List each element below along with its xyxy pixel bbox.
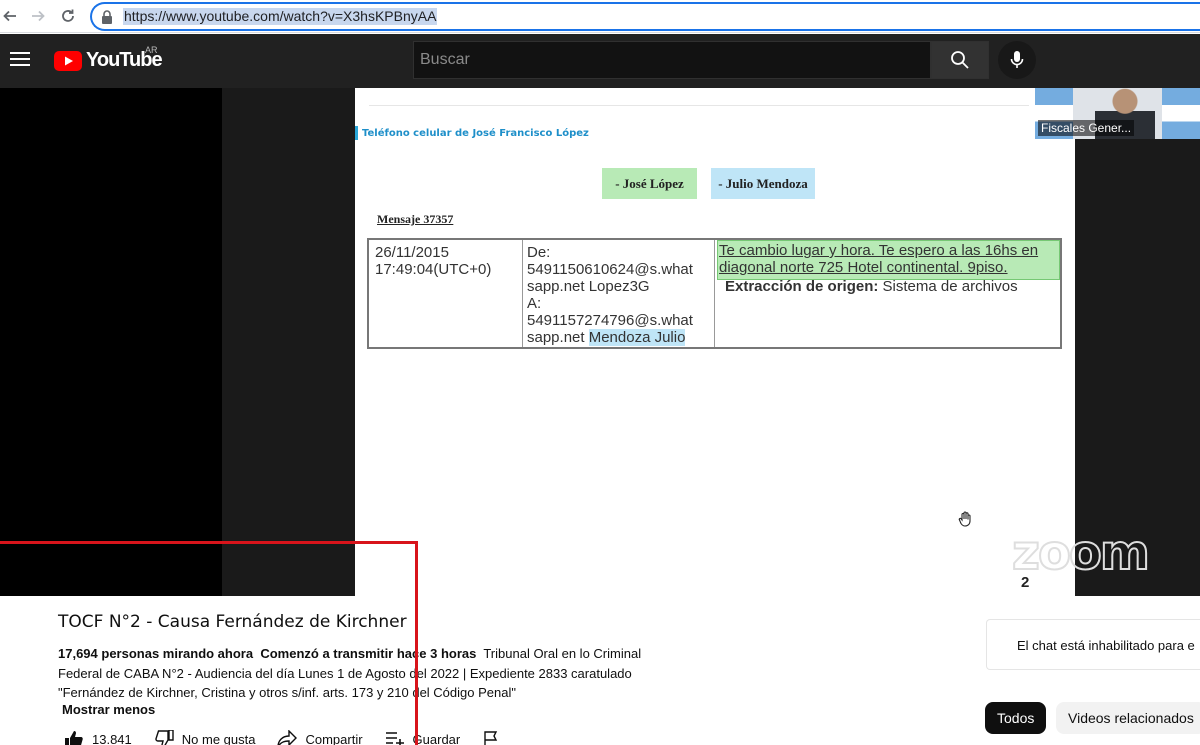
report-button[interactable] (482, 730, 508, 745)
message-table: 26/11/2015 17:49:04(UTC+0) De: 549115061… (367, 238, 1062, 349)
message-date: 26/11/2015 (375, 244, 449, 261)
share-button[interactable]: Compartir (277, 730, 363, 745)
hamburger-menu-icon[interactable] (10, 51, 30, 72)
to-domain: sapp.net Mendoza Julio (527, 329, 714, 346)
url-text[interactable]: https://www.youtube.com/watch?v=X3hsKPBn… (123, 8, 438, 25)
message-time: 17:49:04(UTC+0) (375, 261, 492, 278)
youtube-play-icon (54, 50, 82, 71)
browser-toolbar: https://www.youtube.com/watch?v=X3hsKPBn… (0, 0, 1200, 33)
message-participants: De: 5491150610624@s.what sapp.net Lopez3… (523, 240, 715, 347)
to-label: A: (527, 295, 542, 312)
from-label: De: (527, 244, 551, 261)
search-button[interactable] (931, 41, 989, 79)
video-description[interactable]: 17,694 personas mirando ahora Comenzó a … (58, 644, 658, 703)
from-number: 5491150610624@s.what (527, 261, 693, 278)
zoom-watermark: zoom (1011, 524, 1151, 582)
playlist-add-icon (385, 732, 404, 745)
voice-search-button[interactable] (998, 41, 1036, 79)
party-label-julio: - Julio Mendoza (711, 168, 815, 199)
microphone-icon (1010, 51, 1024, 68)
reload-icon[interactable] (56, 4, 80, 28)
message-timestamp: 26/11/2015 17:49:04(UTC+0) (369, 240, 523, 347)
dislike-button[interactable]: No me gusta (154, 730, 256, 745)
video-info-section: TOCF N°2 - Causa Fernández de Kirchner 1… (0, 596, 1200, 745)
save-button[interactable]: Guardar (385, 730, 461, 745)
live-chat-panel: El chat está inhabilitado para e (986, 619, 1200, 670)
address-bar[interactable]: https://www.youtube.com/watch?v=X3hsKPBn… (90, 2, 1200, 31)
back-icon[interactable] (0, 4, 22, 28)
message-origin: Extracción de origen: Sistema de archivo… (719, 278, 1060, 295)
origin-label: Extracción de origen: (725, 278, 879, 295)
webcam-thumbnail: Fiscales Gener... (1035, 88, 1200, 139)
viewer-count: 17,694 personas mirando ahora (58, 646, 254, 661)
country-code: AR (145, 45, 158, 55)
origin-value: Sistema de archivos (878, 278, 1018, 295)
to-domain-prefix: sapp.net (527, 329, 589, 346)
flag-icon (484, 731, 498, 745)
document-rule (369, 105, 1029, 106)
document-heading: Teléfono celular de José Francisco López (362, 128, 589, 139)
search-icon (951, 51, 969, 69)
chat-disabled-message: El chat está inhabilitado para e (1017, 638, 1195, 653)
party-label-jose: - José López (602, 168, 697, 199)
like-count: 13.841 (92, 731, 132, 745)
search-input[interactable] (414, 42, 930, 78)
video-player[interactable]: Teléfono celular de José Francisco López… (0, 88, 1200, 596)
show-less-button[interactable]: Mostrar menos (62, 702, 155, 717)
filter-chip-related[interactable]: Videos relacionados (1056, 702, 1200, 734)
thumbs-down-icon (155, 730, 174, 745)
message-number: Mensaje 37357 (377, 212, 454, 226)
player-letterbox (0, 88, 222, 596)
dislike-label: No me gusta (181, 731, 256, 745)
document-page-number: 2 (1021, 574, 1030, 591)
from-domain: sapp.net Lopez3G (527, 278, 650, 295)
lock-icon[interactable] (101, 10, 113, 29)
filter-chip-all[interactable]: Todos (985, 702, 1047, 734)
flag-right (1162, 88, 1200, 139)
save-label: Guardar (412, 731, 461, 745)
document-section-mark (355, 126, 358, 140)
youtube-masthead: YouTube AR (0, 34, 1200, 88)
webcam-participant-name: Fiscales Gener... (1038, 120, 1135, 136)
stream-started: Comenzó a transmitir hace 3 horas (260, 646, 477, 661)
share-icon (277, 730, 298, 745)
thumbs-up-icon (65, 731, 83, 745)
raise-hand-icon (957, 510, 975, 533)
like-button[interactable]: 13.841 (64, 730, 132, 745)
message-content: Te cambio lugar y hora. Te espero a las … (715, 240, 1060, 347)
to-number: 5491157274796@s.what (527, 312, 693, 329)
search-box[interactable] (413, 41, 931, 79)
video-title: TOCF N°2 - Causa Fernández de Kirchner (58, 612, 407, 632)
video-actions: 13.841 No me gusta Compartir Guardar (64, 729, 530, 745)
share-label: Compartir (305, 731, 363, 745)
message-body: Te cambio lugar y hora. Te espero a las … (719, 242, 1039, 276)
forward-icon[interactable] (26, 4, 50, 28)
to-name: Mendoza Julio (588, 329, 686, 346)
